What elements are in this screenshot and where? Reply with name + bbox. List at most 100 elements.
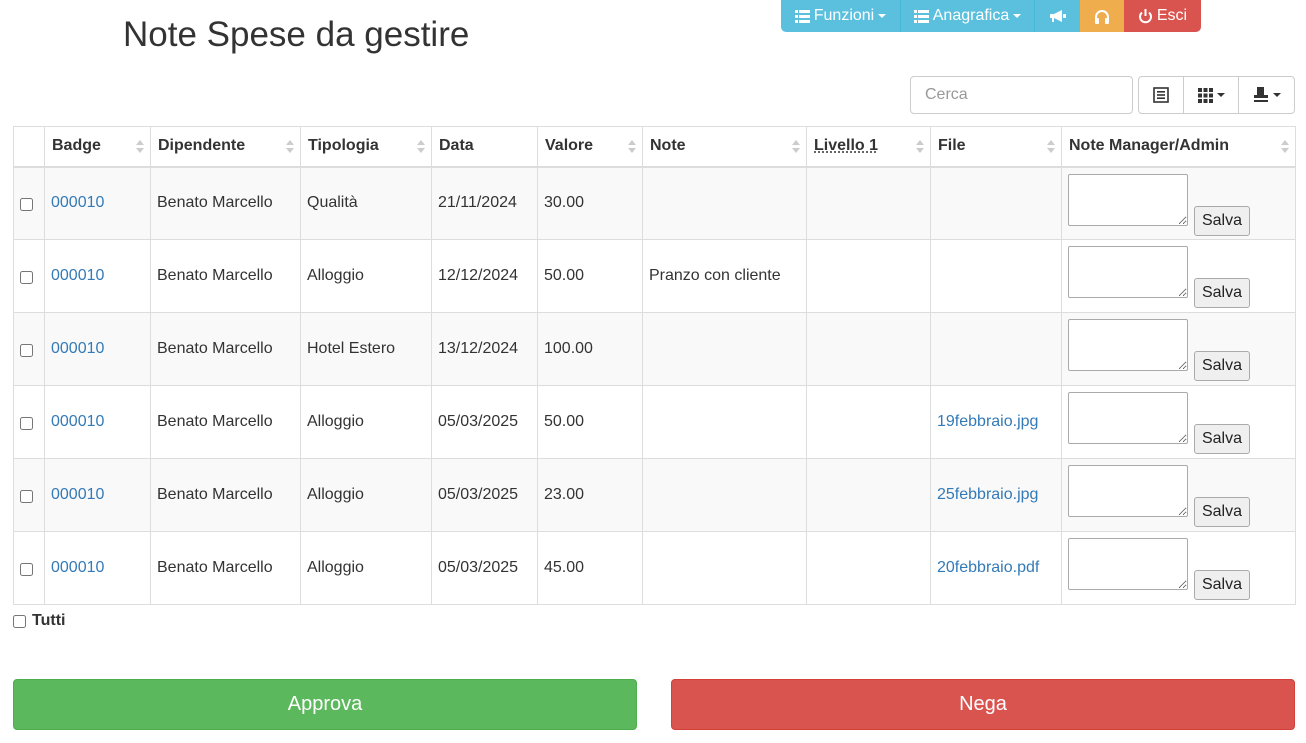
badge-cell: 000010 xyxy=(44,166,151,240)
row-select-cell xyxy=(13,458,45,532)
sort-icon xyxy=(286,140,294,156)
valore-cell: 23.00 xyxy=(537,458,643,532)
expenses-table: Badge Dipendente Tipologia Data Valore N… xyxy=(13,126,1296,605)
header-badge[interactable]: Badge xyxy=(44,126,151,168)
table-toolbar xyxy=(1138,76,1295,114)
dipendente-cell: Benato Marcello xyxy=(150,458,301,532)
file-link[interactable]: 20febbraio.pdf xyxy=(937,559,1039,576)
save-button[interactable]: Salva xyxy=(1194,424,1250,454)
header-file[interactable]: File xyxy=(930,126,1062,168)
livello1-cell xyxy=(806,458,931,532)
row-checkbox[interactable] xyxy=(20,344,33,357)
table-row: 000010 Benato Marcello Alloggio 05/03/20… xyxy=(13,385,1296,459)
file-link[interactable]: 19febbraio.jpg xyxy=(937,413,1038,430)
select-all-checkbox[interactable] xyxy=(13,614,26,628)
dipendente-cell: Benato Marcello xyxy=(150,531,301,605)
note-manager-cell: Salva xyxy=(1061,312,1296,386)
note-manager-textarea[interactable] xyxy=(1068,246,1188,298)
note-manager-textarea[interactable] xyxy=(1068,465,1188,517)
save-button[interactable]: Salva xyxy=(1194,497,1250,527)
valore-cell: 50.00 xyxy=(537,239,643,313)
row-checkbox[interactable] xyxy=(20,563,33,576)
badge-cell: 000010 xyxy=(44,531,151,605)
note-cell: Pranzo con cliente xyxy=(642,239,807,313)
logout-button[interactable]: Esci xyxy=(1124,0,1201,32)
header-tipologia[interactable]: Tipologia xyxy=(300,126,432,168)
file-link[interactable]: 25febbraio.jpg xyxy=(937,486,1038,503)
badge-cell: 000010 xyxy=(44,312,151,386)
funzioni-label: Funzioni xyxy=(813,7,875,24)
header-dipendente[interactable]: Dipendente xyxy=(150,126,301,168)
valore-cell: 30.00 xyxy=(537,166,643,240)
badge-link[interactable]: 000010 xyxy=(51,413,104,430)
chevron-down-icon xyxy=(1216,93,1225,97)
header-label: Tipologia xyxy=(308,137,379,155)
valore-cell: 100.00 xyxy=(537,312,643,386)
valore-cell: 50.00 xyxy=(537,385,643,459)
top-navbar: Funzioni Anagrafica Esci xyxy=(781,0,1201,32)
data-cell: 21/11/2024 xyxy=(431,166,538,240)
note-manager-textarea[interactable] xyxy=(1068,538,1188,590)
select-all-label: Tutti xyxy=(32,612,66,629)
header-note-manager[interactable]: Note Manager/Admin xyxy=(1061,126,1296,168)
save-button[interactable]: Salva xyxy=(1194,205,1250,236)
file-cell: 20febbraio.pdf xyxy=(930,531,1062,605)
note-manager-textarea[interactable] xyxy=(1068,392,1188,444)
badge-link[interactable]: 000010 xyxy=(51,194,104,211)
row-checkbox[interactable] xyxy=(20,271,33,284)
row-checkbox[interactable] xyxy=(20,198,33,212)
note-cell xyxy=(642,531,807,605)
save-button[interactable]: Salva xyxy=(1194,570,1250,600)
livello1-cell xyxy=(806,312,931,386)
save-button[interactable]: Salva xyxy=(1194,278,1250,308)
note-manager-textarea[interactable] xyxy=(1068,319,1188,371)
file-cell xyxy=(930,239,1062,313)
select-all[interactable]: Tutti xyxy=(13,612,65,630)
save-button[interactable]: Salva xyxy=(1194,351,1250,381)
badge-link[interactable]: 000010 xyxy=(51,340,104,357)
badge-link[interactable]: 000010 xyxy=(51,267,104,284)
toggle-view-button[interactable] xyxy=(1138,76,1184,114)
announcements-button[interactable] xyxy=(1035,0,1080,32)
columns-button[interactable] xyxy=(1183,76,1239,114)
dipendente-cell: Benato Marcello xyxy=(150,239,301,313)
header-note[interactable]: Note xyxy=(642,126,807,168)
power-icon xyxy=(1138,8,1152,23)
row-select-cell xyxy=(13,385,45,459)
funzioni-menu-button[interactable]: Funzioni xyxy=(781,0,901,32)
header-livello1[interactable]: Livello 1 xyxy=(806,126,931,168)
tipologia-cell: Alloggio xyxy=(300,531,432,605)
search-input[interactable] xyxy=(910,76,1133,114)
deny-button[interactable]: Nega xyxy=(671,679,1295,730)
approve-button[interactable]: Approva xyxy=(13,679,637,730)
file-cell: 25febbraio.jpg xyxy=(930,458,1062,532)
table-row: 000010 Benato Marcello Alloggio 05/03/20… xyxy=(13,458,1296,532)
header-label: Badge xyxy=(52,137,101,155)
export-icon xyxy=(1253,87,1268,102)
row-select-cell xyxy=(13,239,45,313)
row-select-cell xyxy=(13,166,45,240)
badge-cell: 000010 xyxy=(44,458,151,532)
livello1-cell xyxy=(806,531,931,605)
badge-link[interactable]: 000010 xyxy=(51,559,104,576)
list-alt-icon xyxy=(1153,87,1169,103)
support-button[interactable] xyxy=(1080,0,1124,32)
row-checkbox[interactable] xyxy=(20,417,33,430)
note-manager-cell: Salva xyxy=(1061,385,1296,459)
tipologia-cell: Alloggio xyxy=(300,458,432,532)
livello1-cell xyxy=(806,239,931,313)
header-label: File xyxy=(938,137,966,155)
sort-icon xyxy=(136,140,144,156)
anagrafica-menu-button[interactable]: Anagrafica xyxy=(901,0,1035,32)
chevron-down-icon xyxy=(1272,93,1281,97)
sort-icon xyxy=(628,140,636,156)
export-button[interactable] xyxy=(1238,76,1295,114)
note-manager-textarea[interactable] xyxy=(1068,173,1188,226)
badge-link[interactable]: 000010 xyxy=(51,486,104,503)
dipendente-cell: Benato Marcello xyxy=(150,312,301,386)
sort-icon xyxy=(792,140,800,156)
table-row: 000010 Benato Marcello Qualità 21/11/202… xyxy=(13,166,1296,240)
row-checkbox[interactable] xyxy=(20,490,33,503)
header-valore[interactable]: Valore xyxy=(537,126,643,168)
header-data: Data xyxy=(431,126,538,168)
